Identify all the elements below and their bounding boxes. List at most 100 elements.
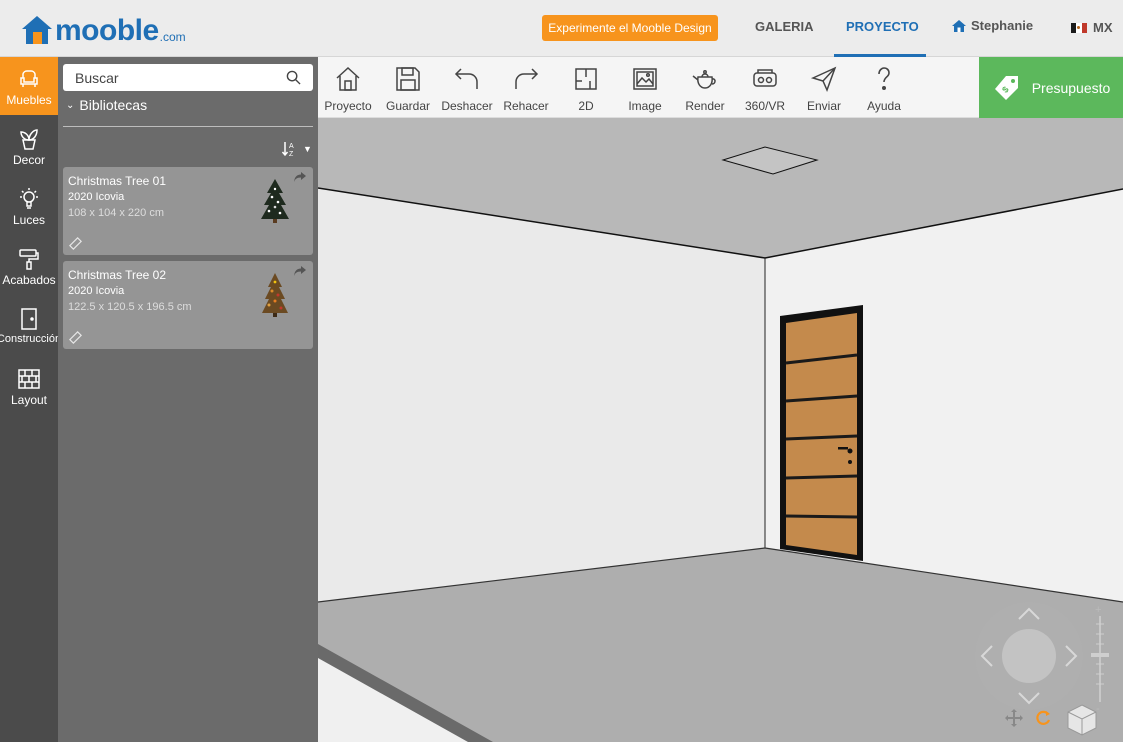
mooble-design-button[interactable]: Experimente el Mooble Design (542, 15, 718, 41)
sidebar-item-label: Construcción (0, 333, 62, 345)
enviar-button[interactable]: Enviar (794, 65, 854, 113)
question-icon (878, 67, 890, 90)
language-selector[interactable]: MX (1071, 20, 1113, 35)
render-button[interactable]: Render (675, 65, 735, 113)
left-wall (318, 188, 765, 602)
christmas-tree-thumbnail (262, 273, 288, 317)
tool-label: Guardar (385, 99, 431, 113)
logo-text: mooble (55, 14, 159, 47)
image-icon (633, 68, 657, 90)
rotate-icon[interactable] (1033, 708, 1053, 728)
sort-button[interactable]: A Z ▼ (282, 141, 312, 157)
libraries-toggle[interactable]: ⌄ Bibliotecas (66, 97, 147, 113)
libraries-label: Bibliotecas (79, 97, 148, 113)
ayuda-button[interactable]: Ayuda (854, 65, 914, 113)
pan-move-icon[interactable] (1004, 708, 1024, 728)
sidebar-item-label: Acabados (2, 273, 56, 287)
logo-domain: .com (159, 30, 186, 44)
redo-icon (515, 68, 539, 89)
teapot-icon (692, 70, 716, 89)
armchair-icon (20, 70, 38, 87)
library-panel: ⌄ Bibliotecas A Z ▼ Christmas Tree 01 20… (58, 57, 318, 742)
view-2d-button[interactable]: 2D (556, 65, 616, 113)
tool-label: Rehacer (503, 99, 549, 113)
image-button[interactable]: Image (615, 65, 675, 113)
presupuesto-button[interactable]: $ Presupuesto (979, 57, 1123, 118)
plant-icon (20, 129, 38, 150)
wooden-door[interactable] (780, 305, 863, 561)
sidebar-item-label: Muebles (6, 93, 52, 107)
mexico-flag-icon (1071, 22, 1087, 33)
camera-nav-control[interactable] (974, 601, 1084, 711)
house-icon (336, 66, 360, 91)
lightbulb-icon (20, 188, 38, 209)
rehacer-button[interactable]: Rehacer (496, 65, 556, 113)
grid-icon (18, 369, 40, 389)
sort-caret-icon: ▼ (303, 144, 312, 154)
paper-plane-icon (810, 66, 837, 93)
sidebar-item-layout[interactable]: Layout (0, 357, 58, 415)
library-item-christmas-tree-01[interactable]: Christmas Tree 01 2020 Icovia 108 x 104 … (63, 167, 313, 255)
top-header: mooble .com Experimente el Mooble Design… (0, 0, 1123, 57)
user-house-icon (952, 19, 966, 32)
item-brand: 2020 Icovia (68, 191, 125, 203)
sidebar-item-label: Luces (12, 213, 46, 227)
christmas-tree-thumbnail (261, 179, 289, 223)
svg-text:A: A (289, 143, 294, 150)
mooble-logo[interactable]: mooble .com (19, 12, 186, 46)
door-icon (21, 308, 37, 330)
app-root: mooble .com Experimente el Mooble Design… (0, 0, 1123, 742)
item-brand: 2020 Icovia (68, 285, 125, 297)
svg-text:+: + (1095, 604, 1101, 616)
share-icon[interactable] (293, 171, 307, 183)
tool-label: 360/VR (744, 99, 786, 113)
nav-proyecto-link[interactable]: PROYECTO (846, 19, 919, 34)
nav-galeria-link[interactable]: GALERIA (755, 19, 814, 34)
ruler-icon[interactable] (69, 237, 82, 250)
panel-divider (63, 126, 313, 127)
main-toolbar: Proyecto Guardar Deshacer Rehacer 2D Ima… (318, 57, 1123, 118)
tool-label: Image (628, 99, 662, 113)
item-dimensions: 108 x 104 x 220 cm (68, 207, 165, 219)
undo-icon (454, 68, 478, 89)
sidebar-item-label: Decor (12, 153, 45, 167)
svg-text:Z: Z (289, 151, 294, 157)
search-icon[interactable] (286, 70, 301, 85)
sort-alpha-icon: A Z (282, 142, 294, 157)
library-item-christmas-tree-02[interactable]: Christmas Tree 02 2020 Icovia 122.5 x 12… (63, 261, 313, 349)
3d-viewport[interactable]: + - (318, 118, 1123, 742)
item-title: Christmas Tree 02 (68, 268, 167, 282)
tool-label: Enviar (806, 99, 841, 113)
guardar-button[interactable]: Guardar (378, 65, 438, 113)
price-tag-icon: $ (994, 75, 1018, 100)
user-menu[interactable]: Stephanie (951, 18, 1033, 33)
zoom-slider[interactable]: + - (1090, 604, 1110, 714)
search-input[interactable] (63, 64, 273, 91)
ruler-icon[interactable] (69, 331, 82, 344)
sidebar-item-acabados[interactable]: Acabados (0, 237, 58, 295)
floorplan-icon (575, 68, 597, 90)
sidebar-item-luces[interactable]: Luces (0, 177, 58, 235)
category-sidebar: Muebles Decor Luces Acabados Construcció… (0, 57, 62, 742)
tool-label: Ayuda (867, 99, 901, 113)
sidebar-item-construccion[interactable]: Construcción (0, 297, 62, 355)
tool-label: Deshacer (441, 99, 493, 113)
language-code: MX (1093, 20, 1113, 35)
vr-360-button[interactable]: 360/VR (735, 65, 795, 113)
cube-view-icon[interactable] (1066, 703, 1098, 737)
vr-headset-icon (753, 69, 777, 87)
sidebar-item-muebles[interactable]: Muebles (0, 57, 58, 115)
tool-label: 2D (578, 99, 594, 113)
deshacer-button[interactable]: Deshacer (437, 65, 497, 113)
floppy-icon (396, 67, 420, 91)
sidebar-item-decor[interactable]: Decor (0, 117, 58, 175)
presupuesto-label: Presupuesto (1031, 79, 1111, 96)
tool-label: Render (685, 99, 725, 113)
sidebar-item-label: Layout (10, 393, 48, 407)
share-icon[interactable] (293, 265, 307, 277)
item-title: Christmas Tree 01 (68, 174, 167, 188)
user-name: Stephanie (971, 18, 1034, 33)
paint-roller-icon (19, 249, 39, 270)
proyecto-button[interactable]: Proyecto (318, 65, 378, 113)
tool-label: Proyecto (324, 99, 372, 113)
